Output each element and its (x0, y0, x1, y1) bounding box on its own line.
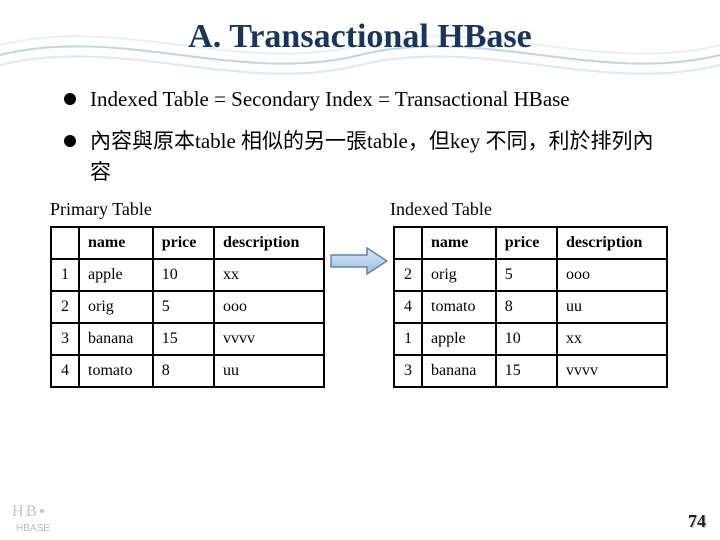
cell-price: 15 (496, 355, 557, 387)
cell-name: banana (422, 355, 496, 387)
cell-desc: ooo (214, 291, 324, 323)
cell-desc: ooo (557, 259, 667, 291)
cell-desc: uu (214, 355, 324, 387)
cell-price: 8 (496, 291, 557, 323)
cell-rownum: 4 (394, 291, 422, 323)
cell-price: 5 (153, 291, 214, 323)
cell-rownum: 2 (51, 291, 79, 323)
table-header-row: name price description (51, 227, 324, 259)
table-header-name: name (422, 227, 496, 259)
svg-text:B: B (26, 503, 37, 520)
cell-name: apple (422, 323, 496, 355)
cell-price: 15 (153, 323, 214, 355)
arrow-icon (329, 246, 389, 276)
cell-name: apple (79, 259, 153, 291)
logo-text: HBASE (12, 523, 54, 534)
primary-table-label: Primary Table (50, 199, 330, 220)
cell-desc: vvvv (214, 323, 324, 355)
cell-rownum: 2 (394, 259, 422, 291)
cell-rownum: 1 (394, 323, 422, 355)
indexed-table: name price description 2 orig 5 ooo 4 to… (393, 226, 668, 388)
slide-title: A. Transactional HBase (0, 0, 720, 56)
cell-price: 10 (496, 323, 557, 355)
cell-rownum: 3 (51, 323, 79, 355)
cell-desc: vvvv (557, 355, 667, 387)
cell-desc: xx (214, 259, 324, 291)
hbase-logo: H B HBASE (12, 502, 54, 532)
cell-name: tomato (79, 355, 153, 387)
table-header-blank (394, 227, 422, 259)
table-header-name: name (79, 227, 153, 259)
cell-desc: uu (557, 291, 667, 323)
cell-rownum: 3 (394, 355, 422, 387)
table-row: 4 tomato 8 uu (394, 291, 667, 323)
table-row: 2 orig 5 ooo (394, 259, 667, 291)
svg-text:H: H (12, 503, 24, 520)
table-row: 3 banana 15 vvvv (394, 355, 667, 387)
cell-rownum: 4 (51, 355, 79, 387)
table-header-row: name price description (394, 227, 667, 259)
table-header-price: price (153, 227, 214, 259)
table-header-blank (51, 227, 79, 259)
bullet-item: 內容與原本table 相似的另一張table，但key 不同，利於排列內容 (60, 126, 660, 187)
cell-name: banana (79, 323, 153, 355)
table-row: 1 apple 10 xx (51, 259, 324, 291)
cell-desc: xx (557, 323, 667, 355)
table-header-price: price (496, 227, 557, 259)
cell-rownum: 1 (51, 259, 79, 291)
cell-price: 10 (153, 259, 214, 291)
indexed-table-label: Indexed Table (390, 199, 670, 220)
page-number: 74 (688, 511, 706, 532)
cell-name: orig (79, 291, 153, 323)
primary-table: name price description 1 apple 10 xx 2 o… (50, 226, 325, 388)
table-row: 4 tomato 8 uu (51, 355, 324, 387)
bullet-list: Indexed Table = Secondary Index = Transa… (60, 84, 660, 187)
cell-name: orig (422, 259, 496, 291)
cell-name: tomato (422, 291, 496, 323)
cell-price: 5 (496, 259, 557, 291)
table-row: 1 apple 10 xx (394, 323, 667, 355)
table-header-description: description (557, 227, 667, 259)
table-header-description: description (214, 227, 324, 259)
bullet-item: Indexed Table = Secondary Index = Transa… (60, 84, 660, 114)
cell-price: 8 (153, 355, 214, 387)
table-row: 3 banana 15 vvvv (51, 323, 324, 355)
table-row: 2 orig 5 ooo (51, 291, 324, 323)
